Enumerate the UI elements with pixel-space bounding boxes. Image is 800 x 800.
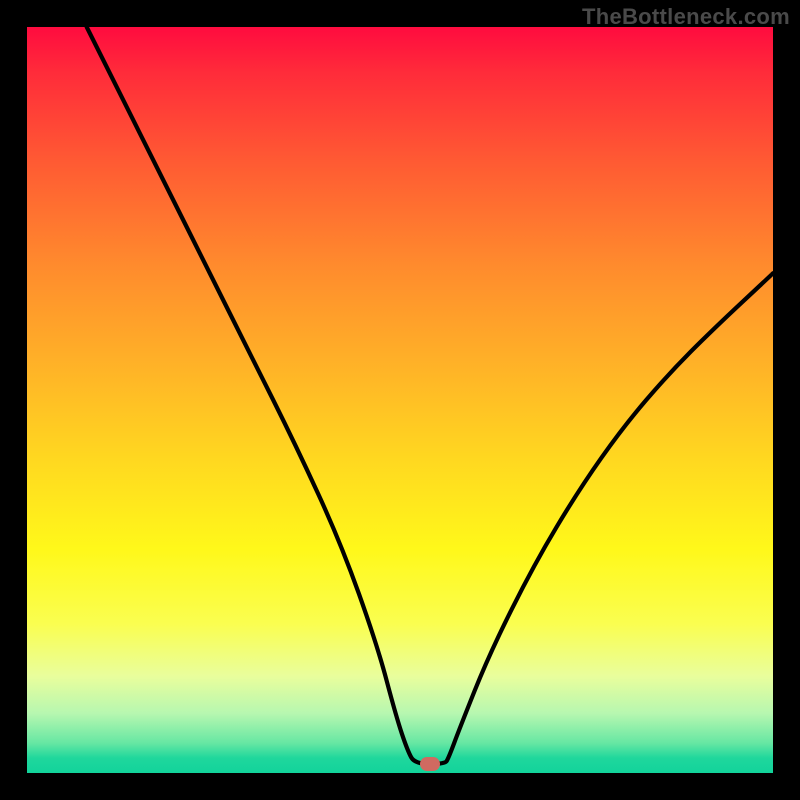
chart-frame: TheBottleneck.com — [0, 0, 800, 800]
bottleneck-curve — [27, 27, 773, 773]
optimum-marker — [420, 757, 440, 771]
watermark-text: TheBottleneck.com — [582, 4, 790, 30]
plot-area — [27, 27, 773, 773]
